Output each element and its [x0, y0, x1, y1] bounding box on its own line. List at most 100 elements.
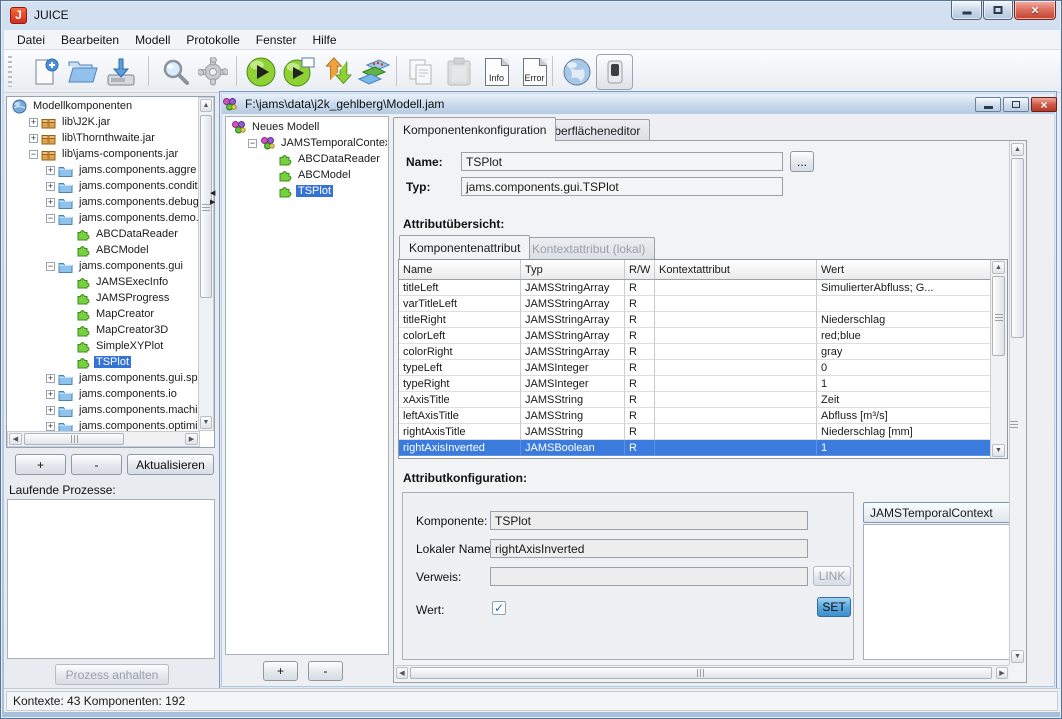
column-header-typ[interactable]: Typ [521, 260, 625, 279]
power-button[interactable] [596, 54, 633, 90]
menu-fenster[interactable]: Fenster [249, 31, 304, 49]
titlebar[interactable]: J JUICE × [1, 1, 1061, 30]
table-row-titleRight[interactable]: titleRightJAMSStringArrayRNiederschlag [399, 312, 1007, 328]
table-vscrollbar[interactable]: ▲ ▼ [990, 260, 1007, 458]
internal-minimize-button[interactable] [975, 97, 1001, 112]
tab-komponentenattribut[interactable]: Komponentenattribut [399, 235, 530, 259]
model-tree-item-jamstemporalcontext[interactable]: −JAMSTemporalContext [227, 135, 387, 151]
table-vscroll-thumb[interactable] [992, 276, 1005, 356]
scroll-up-icon[interactable]: ▲ [1011, 143, 1024, 156]
table-row-colorRight[interactable]: colorRightJAMSStringArrayRgray [399, 344, 1007, 360]
table-row-typeRight[interactable]: typeRightJAMSIntegerR1 [399, 376, 1007, 392]
model-tree-item-abcdatareader[interactable]: ABCDataReader [227, 151, 387, 167]
component-tree-item-abcdatareader[interactable]: ABCDataReader [8, 226, 198, 242]
settings-gear-button[interactable] [194, 54, 231, 90]
panel-vscroll-thumb[interactable] [1011, 158, 1024, 338]
component-tree-item-lib-jams-components-jar[interactable]: −lib\jams-components.jar [8, 146, 198, 162]
table-row-varTitleLeft[interactable]: varTitleLeftJAMSStringArrayR [399, 296, 1007, 312]
context-attribute-list[interactable] [863, 524, 1023, 660]
save-model-button[interactable] [102, 54, 139, 90]
new-model-button[interactable] [26, 54, 63, 90]
table-row-colorLeft[interactable]: colorLeftJAMSStringArrayRred;blue [399, 328, 1007, 344]
expand-handle-icon[interactable]: + [46, 390, 55, 399]
component-tree-item-jams-components-gui[interactable]: −jams.components.gui [8, 258, 198, 274]
info-log-button[interactable]: Info [478, 54, 515, 90]
open-model-button[interactable] [64, 54, 101, 90]
column-header-kontextattribut[interactable]: Kontextattribut [655, 260, 817, 279]
expand-handle-icon[interactable]: + [46, 198, 55, 207]
table-row-leftAxisTitle[interactable]: leftAxisTitleJAMSStringRAbfluss [m³/s] [399, 408, 1007, 424]
component-tree-item-simplexyplot[interactable]: SimpleXYPlot [8, 338, 198, 354]
remove-component-button[interactable]: - [71, 454, 122, 475]
scroll-right-icon[interactable]: ▶ [185, 433, 198, 445]
model-add-button[interactable]: + [263, 661, 298, 681]
set-button[interactable]: SET [817, 597, 851, 617]
expand-handle-icon[interactable]: − [46, 214, 55, 223]
component-tree-item-jamsprogress[interactable]: JAMSProgress [8, 290, 198, 306]
paste-button[interactable] [440, 54, 477, 90]
context-dropdown[interactable]: JAMSTemporalContext ▼ [863, 502, 1023, 523]
menu-bearbeiten[interactable]: Bearbeiten [54, 31, 126, 49]
component-tree-item-jams-components-demo-[interactable]: −jams.components.demo. [8, 210, 198, 226]
scroll-down-icon[interactable]: ▼ [200, 416, 212, 429]
expand-handle-icon[interactable]: + [46, 374, 55, 383]
table-row-titleLeft[interactable]: titleLeftJAMSStringArrayRSimulierterAbfl… [399, 280, 1007, 296]
menu-hilfe[interactable]: Hilfe [305, 31, 343, 49]
component-tree-item-mapcreator[interactable]: MapCreator [8, 306, 198, 322]
expand-handle-icon[interactable]: − [29, 150, 38, 159]
splitpane-toggle[interactable]: ◀▶ [210, 190, 217, 206]
column-header-wert[interactable]: Wert [817, 260, 991, 279]
expand-handle-icon[interactable]: + [29, 134, 38, 143]
collapse-left-icon[interactable]: ◀ [210, 190, 217, 197]
menu-datei[interactable]: Datei [10, 31, 52, 49]
tree-hscrollbar[interactable]: ◀ ▶ [7, 431, 200, 447]
expand-handle-icon[interactable]: − [248, 139, 257, 148]
component-tree-item-jamsexecinfo[interactable]: JAMSExecInfo [8, 274, 198, 290]
component-tree-item-jams-components-aggre[interactable]: +jams.components.aggre [8, 162, 198, 178]
table-row-typeLeft[interactable]: typeLeftJAMSIntegerR0 [399, 360, 1007, 376]
stop-process-button[interactable]: Prozess anhalten [55, 664, 169, 685]
scroll-left-icon[interactable]: ◀ [9, 433, 22, 445]
tab-kontextattribut-lokal[interactable]: Kontextattribut (lokal) [522, 237, 655, 259]
expand-handle-icon[interactable]: + [46, 406, 55, 415]
table-row-rightAxisInverted[interactable]: rightAxisInvertedJAMSBooleanR1 [399, 440, 1007, 456]
component-tree-item-jams-components-gui-sp[interactable]: +jams.components.gui.sp [8, 370, 198, 386]
scroll-down-icon[interactable]: ▼ [992, 444, 1005, 457]
scroll-up-icon[interactable]: ▲ [992, 261, 1005, 274]
model-tree-item-abcmodel[interactable]: ABCModel [227, 167, 387, 183]
tree-hscroll-thumb[interactable] [24, 433, 124, 445]
error-log-button[interactable]: Error [516, 54, 553, 90]
collapse-right-icon[interactable]: ▶ [210, 199, 217, 206]
menu-modell[interactable]: Modell [128, 31, 177, 49]
search-button[interactable] [156, 54, 193, 90]
model-window-titlebar[interactable]: F:\jams\data\j2k_gehlberg\Modell.jam × [222, 94, 1054, 114]
internal-close-button[interactable]: × [1031, 97, 1057, 112]
name-field[interactable]: TSPlot [461, 152, 783, 171]
scroll-up-icon[interactable]: ▲ [200, 99, 212, 112]
toolbar-grip[interactable] [8, 56, 12, 87]
component-tree-item-mapcreator3d[interactable]: MapCreator3D [8, 322, 198, 338]
column-header-name[interactable]: Name [399, 260, 521, 279]
map-layers-button[interactable] [356, 54, 393, 90]
expand-handle-icon[interactable]: + [46, 182, 55, 191]
internal-restore-button[interactable] [1003, 97, 1029, 112]
add-component-button[interactable]: + [15, 454, 66, 475]
minimize-button[interactable] [951, 1, 982, 20]
panel-vscrollbar[interactable]: ▲ ▼ [1009, 141, 1026, 665]
expand-handle-icon[interactable]: − [46, 262, 55, 271]
verweis-field[interactable] [490, 567, 808, 586]
component-tree-item-jams-components-condit[interactable]: +jams.components.condit [8, 178, 198, 194]
component-tree-item-lib-j2k-jar[interactable]: +lib\J2K.jar [8, 114, 198, 130]
link-button[interactable]: LINK [813, 566, 851, 586]
table-row-rightAxisTitle[interactable]: rightAxisTitleJAMSStringRNiederschlag [m… [399, 424, 1007, 440]
component-tree-item-tsplot[interactable]: TSPlot [8, 354, 198, 370]
expand-handle-icon[interactable]: + [29, 118, 38, 127]
panel-hscrollbar[interactable]: ◀ ▶ [395, 665, 1009, 680]
table-row-xAxisTitle[interactable]: xAxisTitleJAMSStringRZeit [399, 392, 1007, 408]
scroll-down-icon[interactable]: ▼ [1011, 650, 1024, 663]
copy-button[interactable] [402, 54, 439, 90]
expand-handle-icon[interactable]: + [46, 422, 55, 431]
close-button[interactable]: × [1014, 1, 1056, 20]
refresh-button[interactable]: Aktualisieren [127, 454, 214, 475]
name-more-button[interactable]: ... [790, 151, 814, 172]
